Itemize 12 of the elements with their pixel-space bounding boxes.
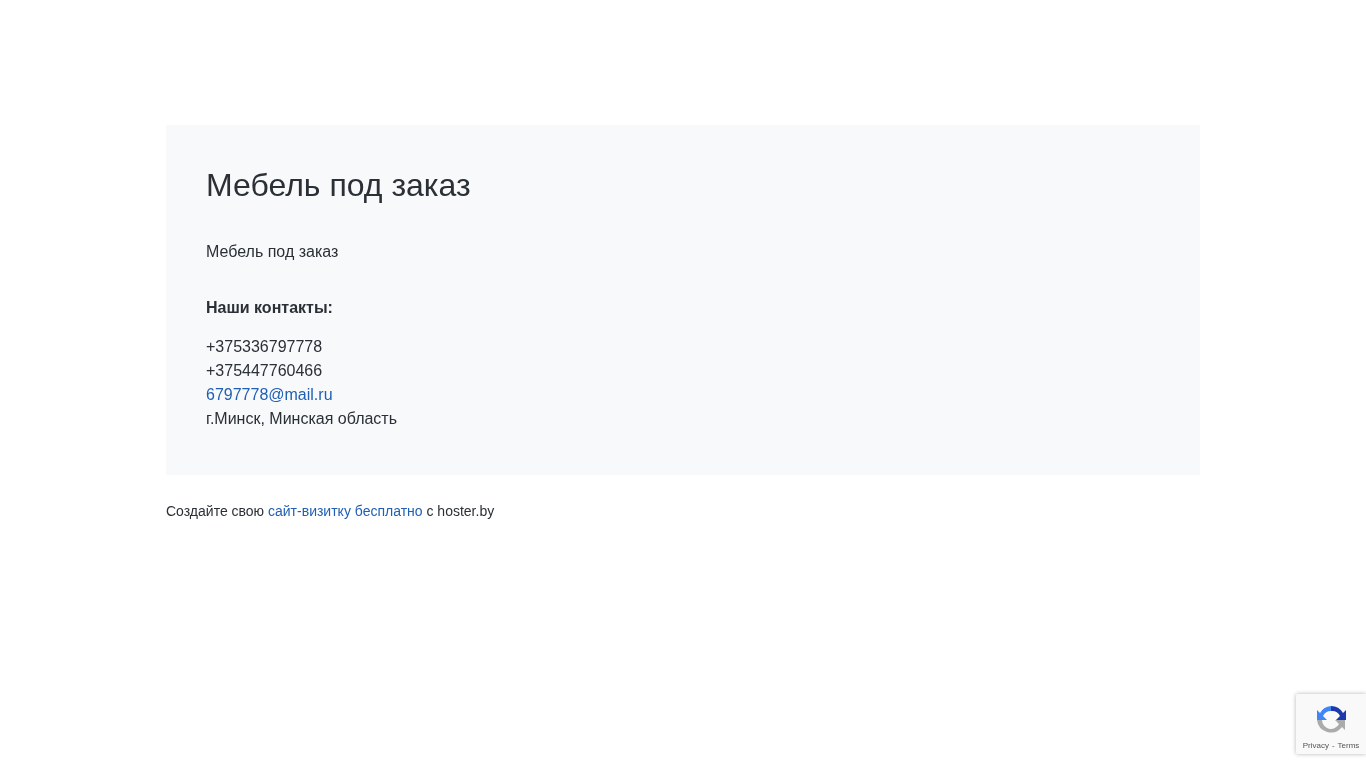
contact-text: +375447760466 — [206, 361, 323, 381]
contact-text: г.Минск, Минская область — [206, 409, 398, 429]
contacts-heading: Наши контакты: — [206, 298, 334, 318]
footer-text: Создайте свою сайт-визитку бесплатно с hoster.by — [166, 502, 496, 521]
privacy-link[interactable]: Privacy — [1302, 741, 1329, 750]
contact-text: +375336797778 — [206, 337, 323, 357]
site-card-link[interactable]: сайт-визитку бесплатно — [268, 503, 423, 519]
email-link[interactable]: 6797778@mail.ru — [206, 383, 333, 407]
separator-text: - — [1331, 741, 1335, 750]
terms-link[interactable]: Terms — [1337, 741, 1360, 750]
page-title: Мебель под заказ — [206, 166, 472, 205]
description-text: Мебель под заказ — [206, 242, 340, 262]
